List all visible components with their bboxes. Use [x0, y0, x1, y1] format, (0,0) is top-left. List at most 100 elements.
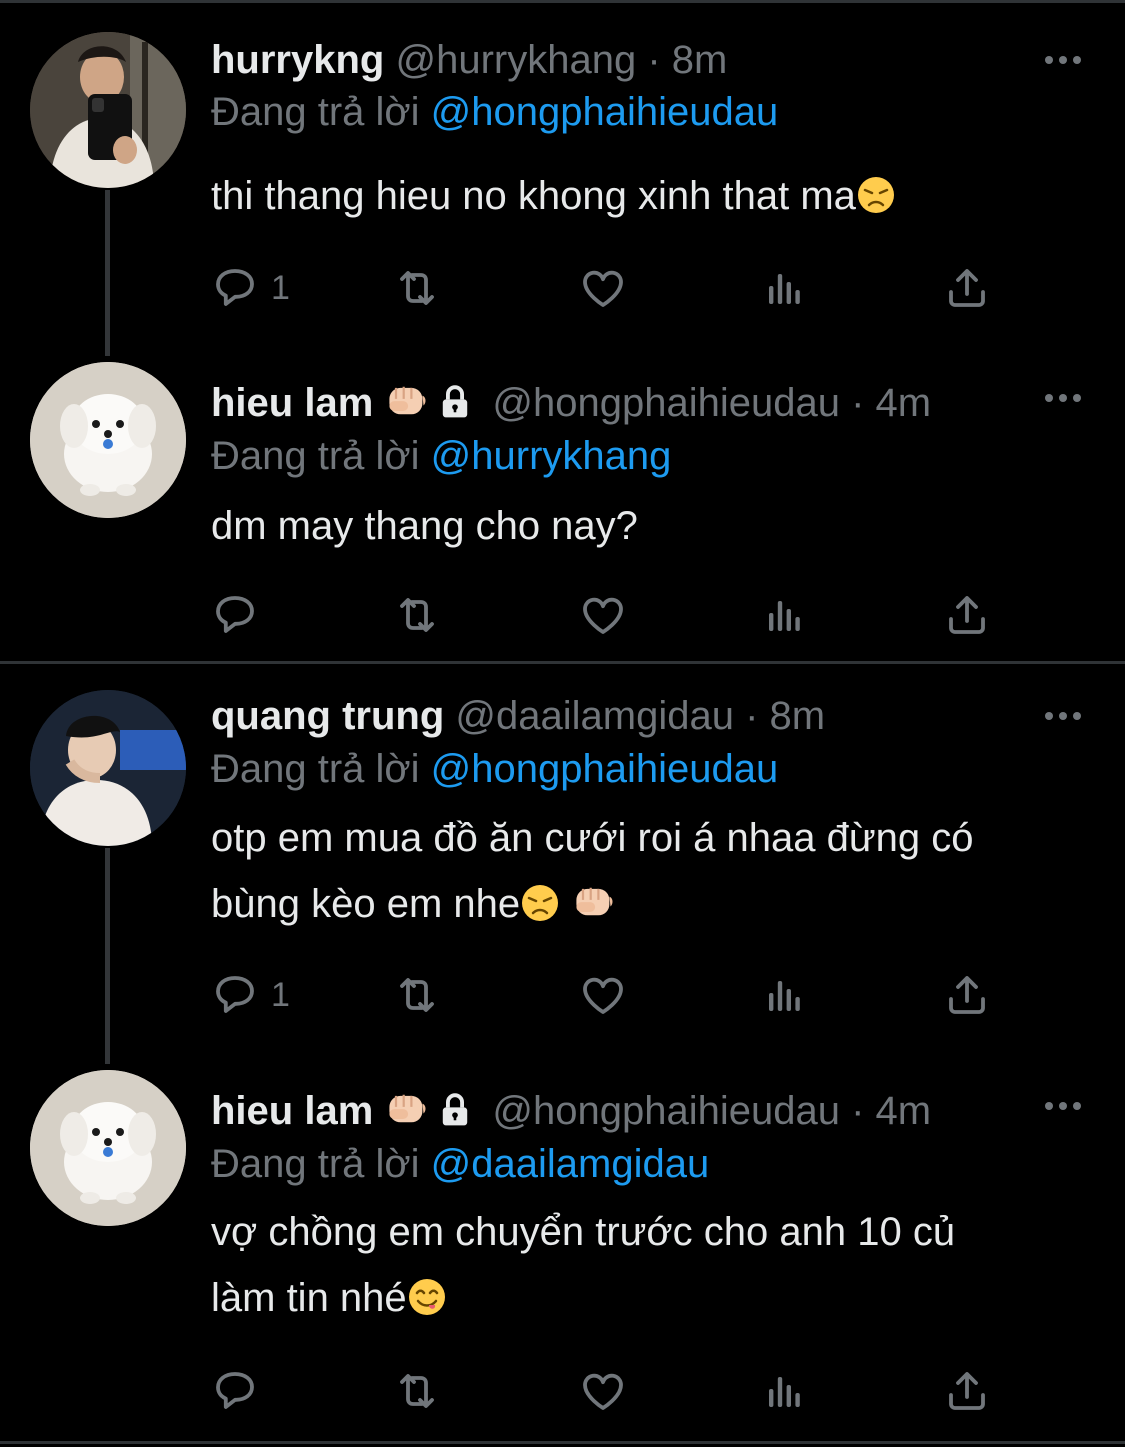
- tweet-text-content: thi thang hieu no khong xinh that ma: [211, 174, 856, 218]
- fist-icon: [385, 378, 429, 422]
- tweet-text: thi thang hieu no khong xinh that ma: [211, 163, 1071, 229]
- share-icon: [943, 264, 991, 312]
- action-bar: 1: [211, 263, 1011, 313]
- tweet-text: vợ chồng em chuyển trước cho anh 10 củ l…: [211, 1199, 1071, 1331]
- like-button[interactable]: [579, 263, 627, 313]
- tweet-text-line: bùng kèo em nhe: [211, 882, 521, 926]
- reply-icon: [211, 971, 259, 1019]
- tweet-text: dm may thang cho nay?: [211, 493, 1071, 559]
- share-icon: [943, 591, 991, 639]
- like-button[interactable]: [579, 1366, 627, 1416]
- retweet-icon: [393, 264, 441, 312]
- reply-button[interactable]: [211, 1366, 259, 1416]
- thread-connector: [105, 848, 110, 1064]
- fist-icon: [572, 879, 616, 923]
- avatar[interactable]: [30, 1070, 186, 1226]
- user-handle[interactable]: @hongphaihieudau: [492, 381, 840, 425]
- disappointed-face-icon: [856, 175, 896, 215]
- replying-to: Đang trả lời @daailamgidau: [211, 1140, 709, 1188]
- reply-count: 1: [271, 975, 290, 1014]
- yum-face-icon: [407, 1277, 447, 1317]
- like-icon: [579, 264, 627, 312]
- user-handle[interactable]: @hongphaihieudau: [492, 1089, 840, 1133]
- action-bar: 1: [211, 970, 1011, 1020]
- retweet-icon: [393, 591, 441, 639]
- replying-prefix: Đang trả lời: [211, 1142, 420, 1186]
- share-button[interactable]: [943, 970, 991, 1020]
- like-icon: [579, 591, 627, 639]
- thread-connector: [105, 190, 110, 356]
- reply-count: 1: [271, 268, 290, 307]
- mention-link[interactable]: @hongphaihieudau: [431, 747, 779, 791]
- tweet-text-line: otp em mua đồ ăn cưới roi á nhaa đừng có: [211, 816, 974, 860]
- more-icon[interactable]: [1043, 706, 1083, 726]
- user-handle[interactable]: @hurrykhang: [395, 38, 636, 82]
- display-name[interactable]: hieu lam: [211, 381, 373, 425]
- tweet-text-line: làm tin nhé: [211, 1276, 407, 1320]
- disappointed-face-icon: [520, 883, 560, 923]
- timestamp[interactable]: · 8m: [745, 694, 825, 738]
- thread-divider: [0, 661, 1125, 664]
- more-icon[interactable]: [1043, 1096, 1083, 1116]
- timestamp[interactable]: · 4m: [851, 1089, 931, 1133]
- tweet-text-line: vợ chồng em chuyển trước cho anh 10 củ: [211, 1210, 956, 1254]
- display-name[interactable]: hieu lam: [211, 1089, 373, 1133]
- tweet-header: hieu lam @hongphaihieudau · 4m: [211, 1086, 1015, 1135]
- views-button[interactable]: [761, 263, 809, 313]
- fist-icon: [385, 1086, 429, 1130]
- views-icon: [761, 264, 809, 312]
- mention-link[interactable]: @hongphaihieudau: [431, 90, 779, 134]
- mention-link[interactable]: @hurrykhang: [431, 434, 672, 478]
- like-button[interactable]: [579, 970, 627, 1020]
- replying-prefix: Đang trả lời: [211, 90, 420, 134]
- retweet-button[interactable]: [393, 263, 441, 313]
- replying-to: Đang trả lời @hongphaihieudau: [211, 745, 778, 793]
- reply-icon: [211, 264, 259, 312]
- retweet-icon: [393, 1367, 441, 1415]
- tweet-header: hurrykng @hurrykhang · 8m: [211, 36, 1015, 84]
- share-icon: [943, 971, 991, 1019]
- timestamp[interactable]: · 4m: [851, 381, 931, 425]
- reply-button[interactable]: [211, 590, 259, 640]
- share-button[interactable]: [943, 1366, 991, 1416]
- replying-to: Đang trả lời @hurrykhang: [211, 432, 671, 480]
- mention-link[interactable]: @daailamgidau: [431, 1142, 710, 1186]
- replying-prefix: Đang trả lời: [211, 434, 420, 478]
- action-bar: [211, 1366, 1011, 1416]
- share-icon: [943, 1367, 991, 1415]
- like-button[interactable]: [579, 590, 627, 640]
- lock-icon: [439, 384, 471, 420]
- avatar[interactable]: [30, 32, 186, 188]
- like-icon: [579, 971, 627, 1019]
- avatar[interactable]: [30, 690, 186, 846]
- tweet-text: otp em mua đồ ăn cưới roi á nhaa đừng có…: [211, 805, 1071, 937]
- views-icon: [761, 591, 809, 639]
- timestamp[interactable]: · 8m: [647, 38, 727, 82]
- retweet-button[interactable]: [393, 590, 441, 640]
- action-bar: [211, 590, 1011, 640]
- display-name[interactable]: hurrykng: [211, 38, 384, 82]
- reply-icon: [211, 1367, 259, 1415]
- reply-button[interactable]: 1: [211, 970, 290, 1020]
- bottom-divider: [0, 1441, 1125, 1444]
- tweet-text-content: dm may thang cho nay?: [211, 504, 638, 548]
- display-name[interactable]: quang trung: [211, 694, 444, 738]
- top-divider: [0, 0, 1125, 3]
- retweet-button[interactable]: [393, 1366, 441, 1416]
- retweet-icon: [393, 971, 441, 1019]
- like-icon: [579, 1367, 627, 1415]
- more-icon[interactable]: [1043, 388, 1083, 408]
- avatar[interactable]: [30, 362, 186, 518]
- share-button[interactable]: [943, 590, 991, 640]
- views-button[interactable]: [761, 590, 809, 640]
- views-button[interactable]: [761, 970, 809, 1020]
- share-button[interactable]: [943, 263, 991, 313]
- views-icon: [761, 971, 809, 1019]
- more-icon[interactable]: [1043, 50, 1083, 70]
- reply-button[interactable]: 1: [211, 263, 290, 313]
- user-handle[interactable]: @daailamgidau: [455, 694, 734, 738]
- tweet-header: hieu lam @hongphaihieudau · 4m: [211, 378, 1015, 427]
- retweet-button[interactable]: [393, 970, 441, 1020]
- views-button[interactable]: [761, 1366, 809, 1416]
- lock-icon: [439, 1092, 471, 1128]
